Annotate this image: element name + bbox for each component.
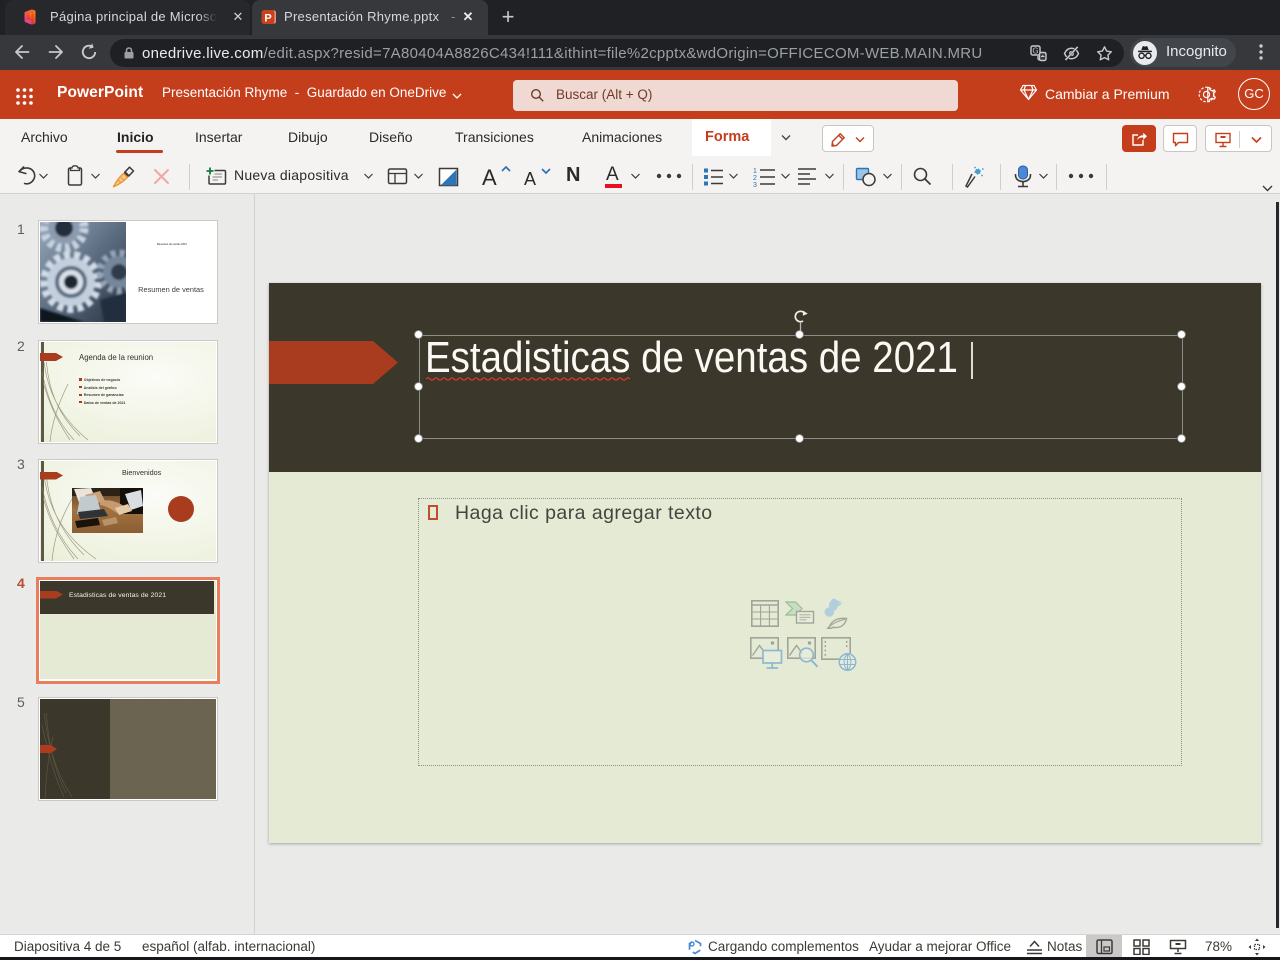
- svg-text:2: 2: [753, 175, 757, 182]
- svg-text:P: P: [264, 13, 271, 25]
- svg-text:G: G: [1032, 47, 1038, 56]
- svg-text:3: 3: [753, 182, 757, 187]
- svg-text:1: 1: [753, 168, 757, 175]
- svg-text:A: A: [524, 169, 536, 189]
- svg-text:A: A: [482, 165, 497, 189]
